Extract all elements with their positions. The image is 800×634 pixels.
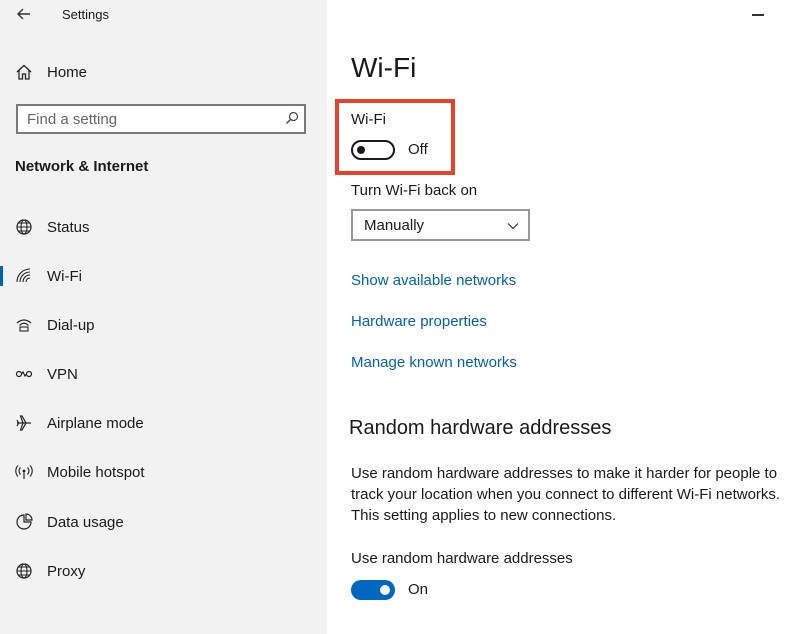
sidebar-item-vpn[interactable]: VPN <box>0 354 327 394</box>
globe-icon <box>15 218 33 236</box>
manage-known-networks-link[interactable]: Manage known networks <box>351 354 517 371</box>
sidebar-item-label: Airplane mode <box>47 414 144 432</box>
sidebar-item-label: Mobile hotspot <box>47 463 145 481</box>
chevron-down-icon <box>507 223 519 230</box>
section-heading: Network & Internet <box>15 158 149 175</box>
turn-back-on-dropdown[interactable]: Manually <box>351 209 530 241</box>
sidebar: Settings Home Network & Internet Status … <box>0 0 327 634</box>
home-nav-item[interactable]: Home <box>15 60 87 84</box>
active-indicator <box>0 266 3 286</box>
search-input[interactable] <box>18 106 277 132</box>
sidebar-item-label: Proxy <box>47 562 86 580</box>
dialup-icon <box>15 316 33 334</box>
minimize-button[interactable] <box>752 14 764 16</box>
home-icon <box>16 64 32 80</box>
back-arrow-icon <box>17 8 30 20</box>
sidebar-item-label: VPN <box>47 365 78 383</box>
show-available-networks-link[interactable]: Show available networks <box>351 272 516 289</box>
sidebar-item-proxy[interactable]: Proxy <box>0 551 327 591</box>
search-box[interactable] <box>16 104 306 134</box>
sidebar-item-label: Dial-up <box>47 316 95 334</box>
turn-back-on-label: Turn Wi-Fi back on <box>351 182 478 199</box>
random-hw-toggle-state: On <box>408 581 429 598</box>
page-title: Wi-Fi <box>351 52 417 83</box>
sidebar-item-status[interactable]: Status <box>0 207 327 247</box>
dropdown-value: Manually <box>364 217 425 234</box>
random-hw-heading: Random hardware addresses <box>349 417 612 439</box>
sidebar-item-dialup[interactable]: Dial-up <box>0 305 327 345</box>
sidebar-item-label: Wi-Fi <box>47 267 82 285</box>
sidebar-item-label: Data usage <box>47 513 124 531</box>
back-button[interactable] <box>14 4 34 24</box>
hotspot-icon <box>15 463 33 481</box>
sidebar-item-data-usage[interactable]: Data usage <box>0 502 327 542</box>
sidebar-item-wifi[interactable]: Wi-Fi <box>0 256 327 296</box>
highlight-annotation <box>335 99 455 175</box>
search-icon[interactable] <box>285 111 299 125</box>
random-hw-toggle[interactable] <box>351 580 395 600</box>
window-title: Settings <box>62 7 109 22</box>
toggle-knob <box>380 585 390 595</box>
home-label: Home <box>47 63 88 81</box>
title-bar: Settings <box>0 0 327 30</box>
sidebar-item-label: Status <box>47 218 90 236</box>
random-hw-description: Use random hardware addresses to make it… <box>351 465 781 524</box>
sidebar-item-mobile-hotspot[interactable]: Mobile hotspot <box>0 452 327 492</box>
main-content: Wi-Fi Wi-Fi Off Turn Wi-Fi back on Manua… <box>327 0 800 634</box>
sidebar-item-airplane-mode[interactable]: Airplane mode <box>0 403 327 443</box>
wifi-icon <box>15 267 33 285</box>
airplane-icon <box>15 414 33 432</box>
vpn-icon <box>15 365 33 383</box>
random-hw-toggle-label: Use random hardware addresses <box>351 550 573 567</box>
hardware-properties-link[interactable]: Hardware properties <box>351 313 487 330</box>
globe-icon <box>15 562 33 580</box>
data-usage-icon <box>15 513 33 531</box>
